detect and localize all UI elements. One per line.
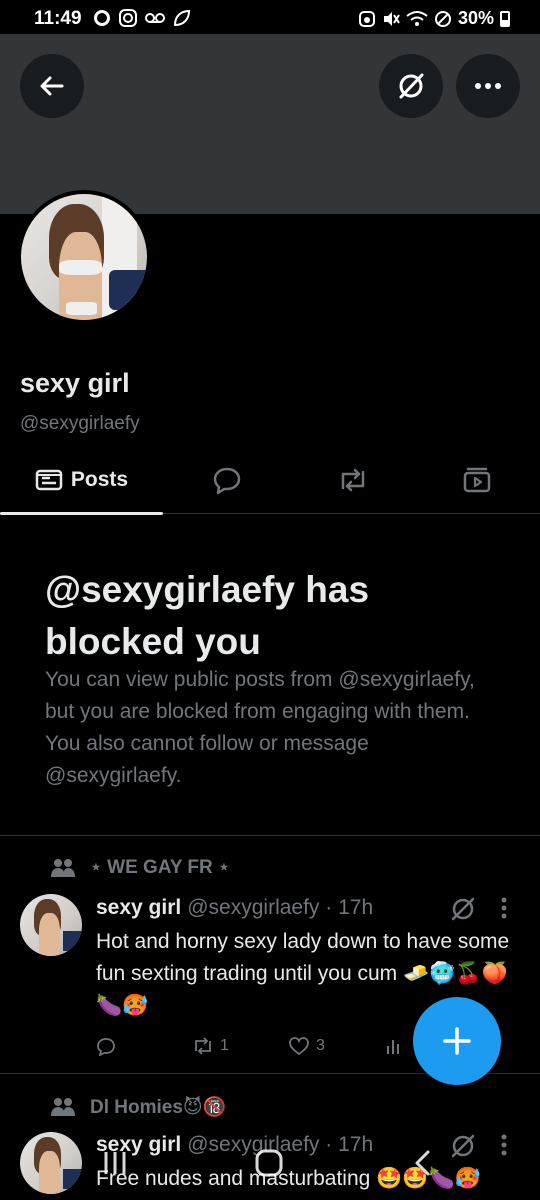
recent-apps-icon [104,1152,126,1174]
no-disturb-icon [434,10,451,27]
post-more-button[interactable] [500,896,508,925]
reply-action[interactable] [96,1036,192,1056]
community-context[interactable]: ⋆ WE GAY FR ⋆ [50,856,230,879]
alarm-icon [358,10,375,27]
blocked-description: You can view public posts from @sexygirl… [45,668,475,787]
post-author-meta: @sexygirlaefy · 17h [187,896,374,919]
post-author-avatar[interactable] [20,894,82,956]
arrow-left-icon [40,76,64,96]
like-action[interactable]: 3 [288,1036,384,1056]
mute-icon [383,11,400,26]
tab-reposts[interactable] [316,445,390,514]
blocked-title: @sexygirlaefy has blocked you [45,569,370,662]
grok-icon [399,73,424,99]
leaf-icon [173,9,191,27]
tab-media[interactable] [440,445,514,514]
battery-icon [500,10,510,27]
system-navigation-bar [0,1130,540,1200]
status-left-icons [92,8,192,28]
community-icon [51,1098,75,1116]
community-name: Dl Homies😈🔞 [90,1097,227,1118]
repost-count: 1 [220,1037,229,1054]
profile-avatar[interactable] [17,190,151,324]
posts-icon [35,469,63,490]
voicemail-icon [145,13,165,23]
reply-icon [97,1038,115,1056]
post-header: sexy girl @sexygirlaefy · 17h [96,896,373,920]
repost-action[interactable]: 1 [192,1036,288,1056]
chevron-left-icon [415,1150,430,1176]
home-icon [255,1149,283,1177]
status-right-icons: 30% [358,8,510,29]
repost-icon [195,1037,211,1055]
views-icon [387,1040,399,1054]
grok-button[interactable] [379,54,443,118]
profile-tabs: Posts [0,445,540,515]
status-time: 11:49 [34,8,82,29]
home-button[interactable] [254,1148,284,1183]
post-grok-button[interactable] [450,896,476,927]
more-options-button[interactable] [456,54,520,118]
community-name: ⋆ WE GAY FR ⋆ [90,857,230,878]
compose-button[interactable] [413,997,501,1085]
profile-handle: @sexygirlaefy [20,413,140,434]
tab-posts-label: Posts [70,467,129,491]
more-vertical-icon [501,897,507,919]
post-author-name[interactable]: sexy girl [96,896,181,920]
media-icon [463,467,491,492]
whatsapp-icon [94,10,110,26]
profile-display-name: sexy girl [20,368,130,398]
wifi-icon [406,10,428,26]
replies-icon [213,467,241,494]
tab-posts[interactable]: Posts [0,445,163,515]
heart-icon [289,1037,309,1056]
blocked-notice: @sexygirlaefy has blocked you You can vi… [0,514,540,836]
recent-apps-button[interactable] [100,1148,130,1183]
status-bar: 11:49 30% [0,0,540,34]
instagram-icon [119,9,137,27]
community-icon [51,858,75,877]
tab-replies[interactable] [190,445,264,514]
profile-banner [0,34,540,214]
more-horizontal-icon [475,83,501,89]
back-nav-button[interactable] [408,1148,438,1183]
avatar-photo [21,194,147,320]
plus-icon [443,1027,471,1055]
like-count: 3 [316,1037,325,1054]
grok-icon [451,897,475,921]
community-context[interactable]: Dl Homies😈🔞 [50,1095,226,1119]
reposts-icon [341,468,365,491]
back-button[interactable] [20,54,84,118]
battery-level: 30% [457,8,494,28]
